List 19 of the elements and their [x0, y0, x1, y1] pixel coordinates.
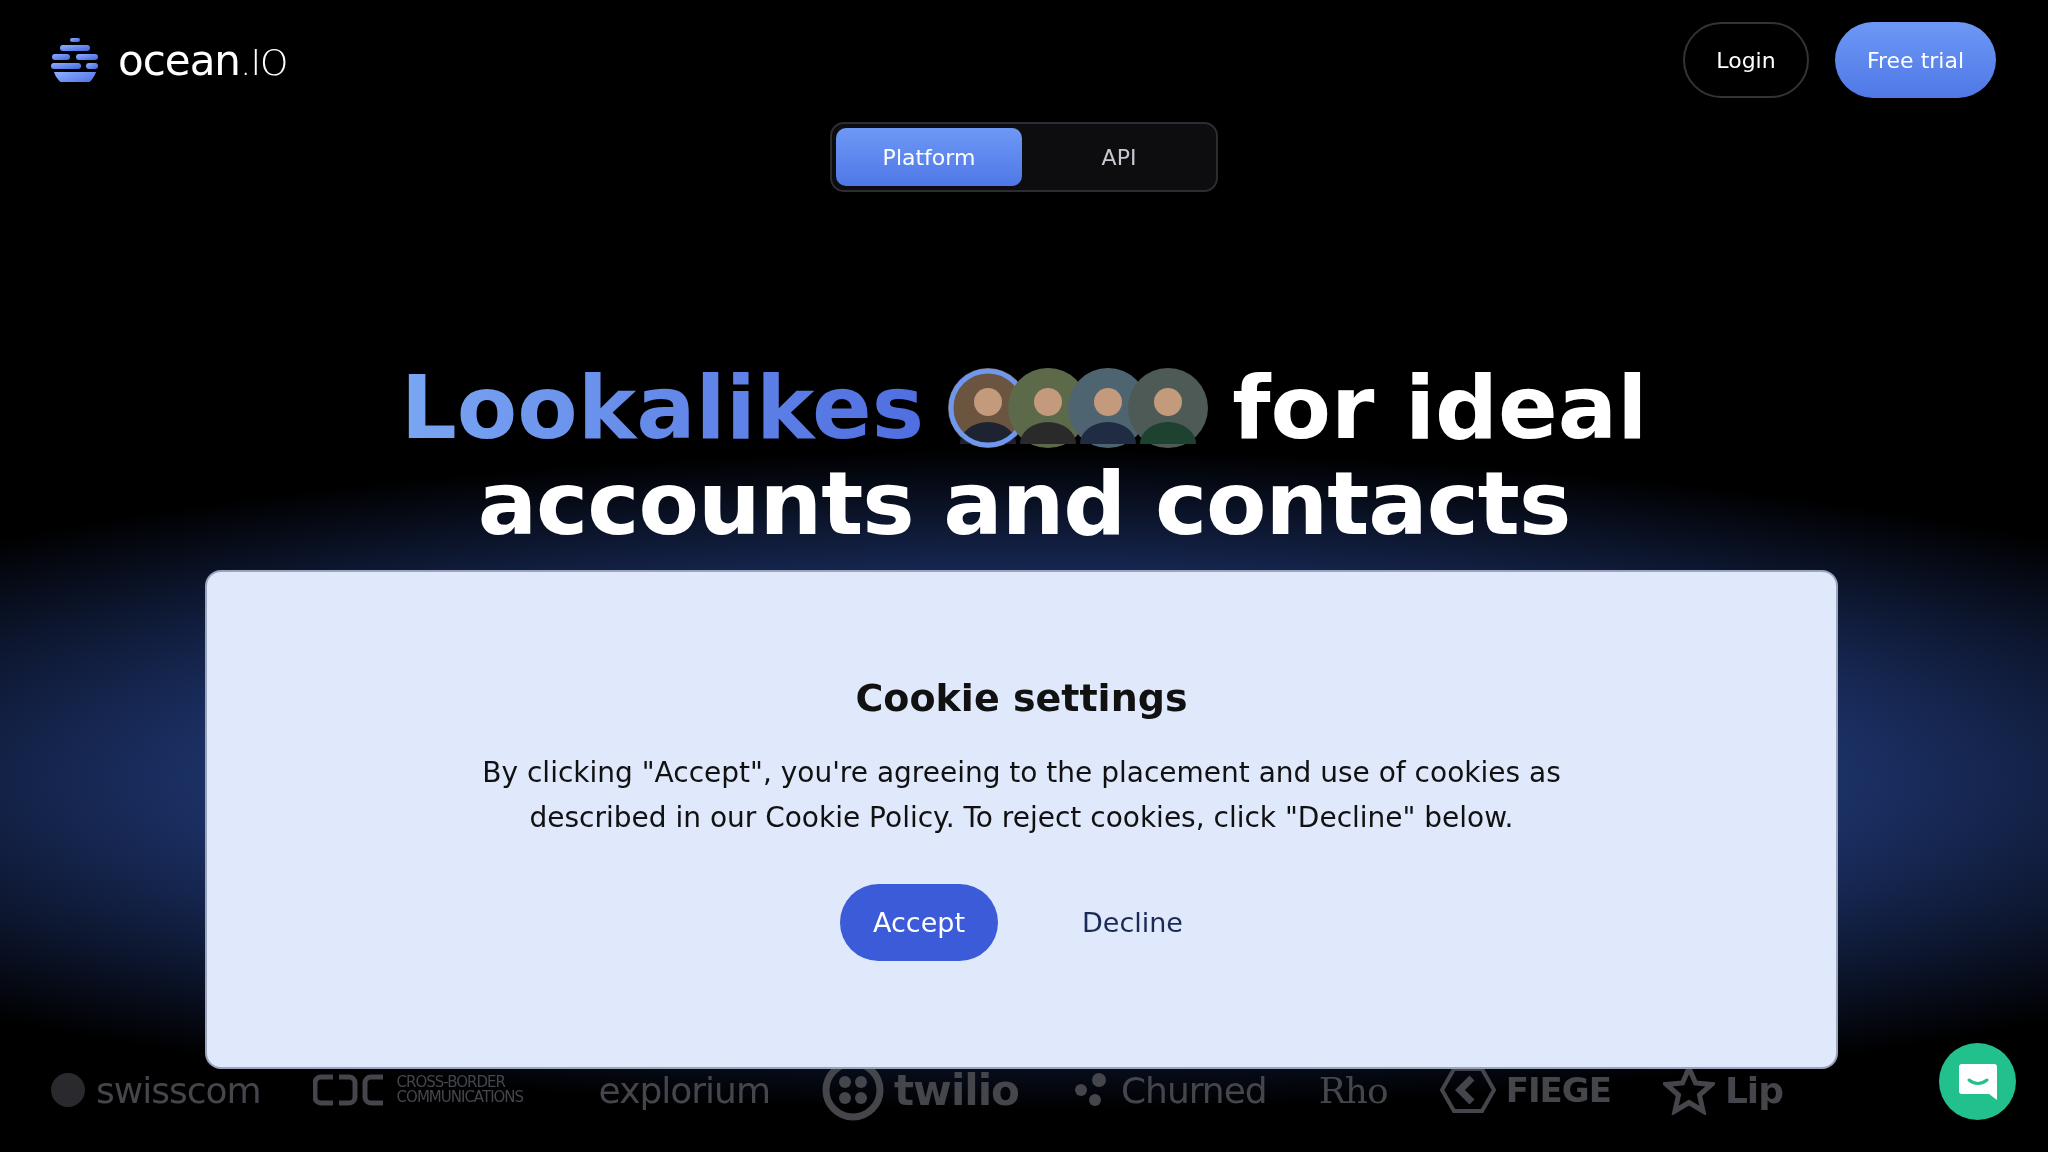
hexagon-icon — [1439, 1066, 1496, 1114]
company-logo-text: explorium — [598, 1069, 770, 1111]
company-logo-text: Lip — [1724, 1069, 1783, 1111]
company-logo-text: CROSS-BORDER COMMUNICATIONS — [396, 1075, 525, 1105]
accept-button[interactable]: Accept — [840, 884, 998, 961]
dialog-title: Cookie settings — [855, 676, 1188, 720]
login-button[interactable]: Login — [1683, 22, 1809, 98]
dialog-text: By clicking "Accept", you're agreeing to the placement and use of cookies as described in our Cookie Policy. To reject cookies, click "Decline" below. — [481, 755, 1562, 836]
tab[interactable]: API — [1026, 128, 1212, 186]
headline-text: for ideal — [1232, 360, 1648, 456]
company-logo-text: swisscom — [96, 1069, 261, 1111]
headline-text: accounts and contacts — [476, 456, 1572, 552]
company-logo-text: twilio — [894, 1065, 1019, 1115]
logo-text: ocean.IO — [118, 35, 288, 85]
company-logo-text: Rho — [1318, 1069, 1388, 1111]
company-logo-text: Churned — [1120, 1069, 1267, 1111]
logo-icon — [50, 38, 100, 82]
company-logo-text: FIEGE — [1505, 1070, 1611, 1110]
decline-button[interactable]: Decline — [1062, 897, 1203, 948]
